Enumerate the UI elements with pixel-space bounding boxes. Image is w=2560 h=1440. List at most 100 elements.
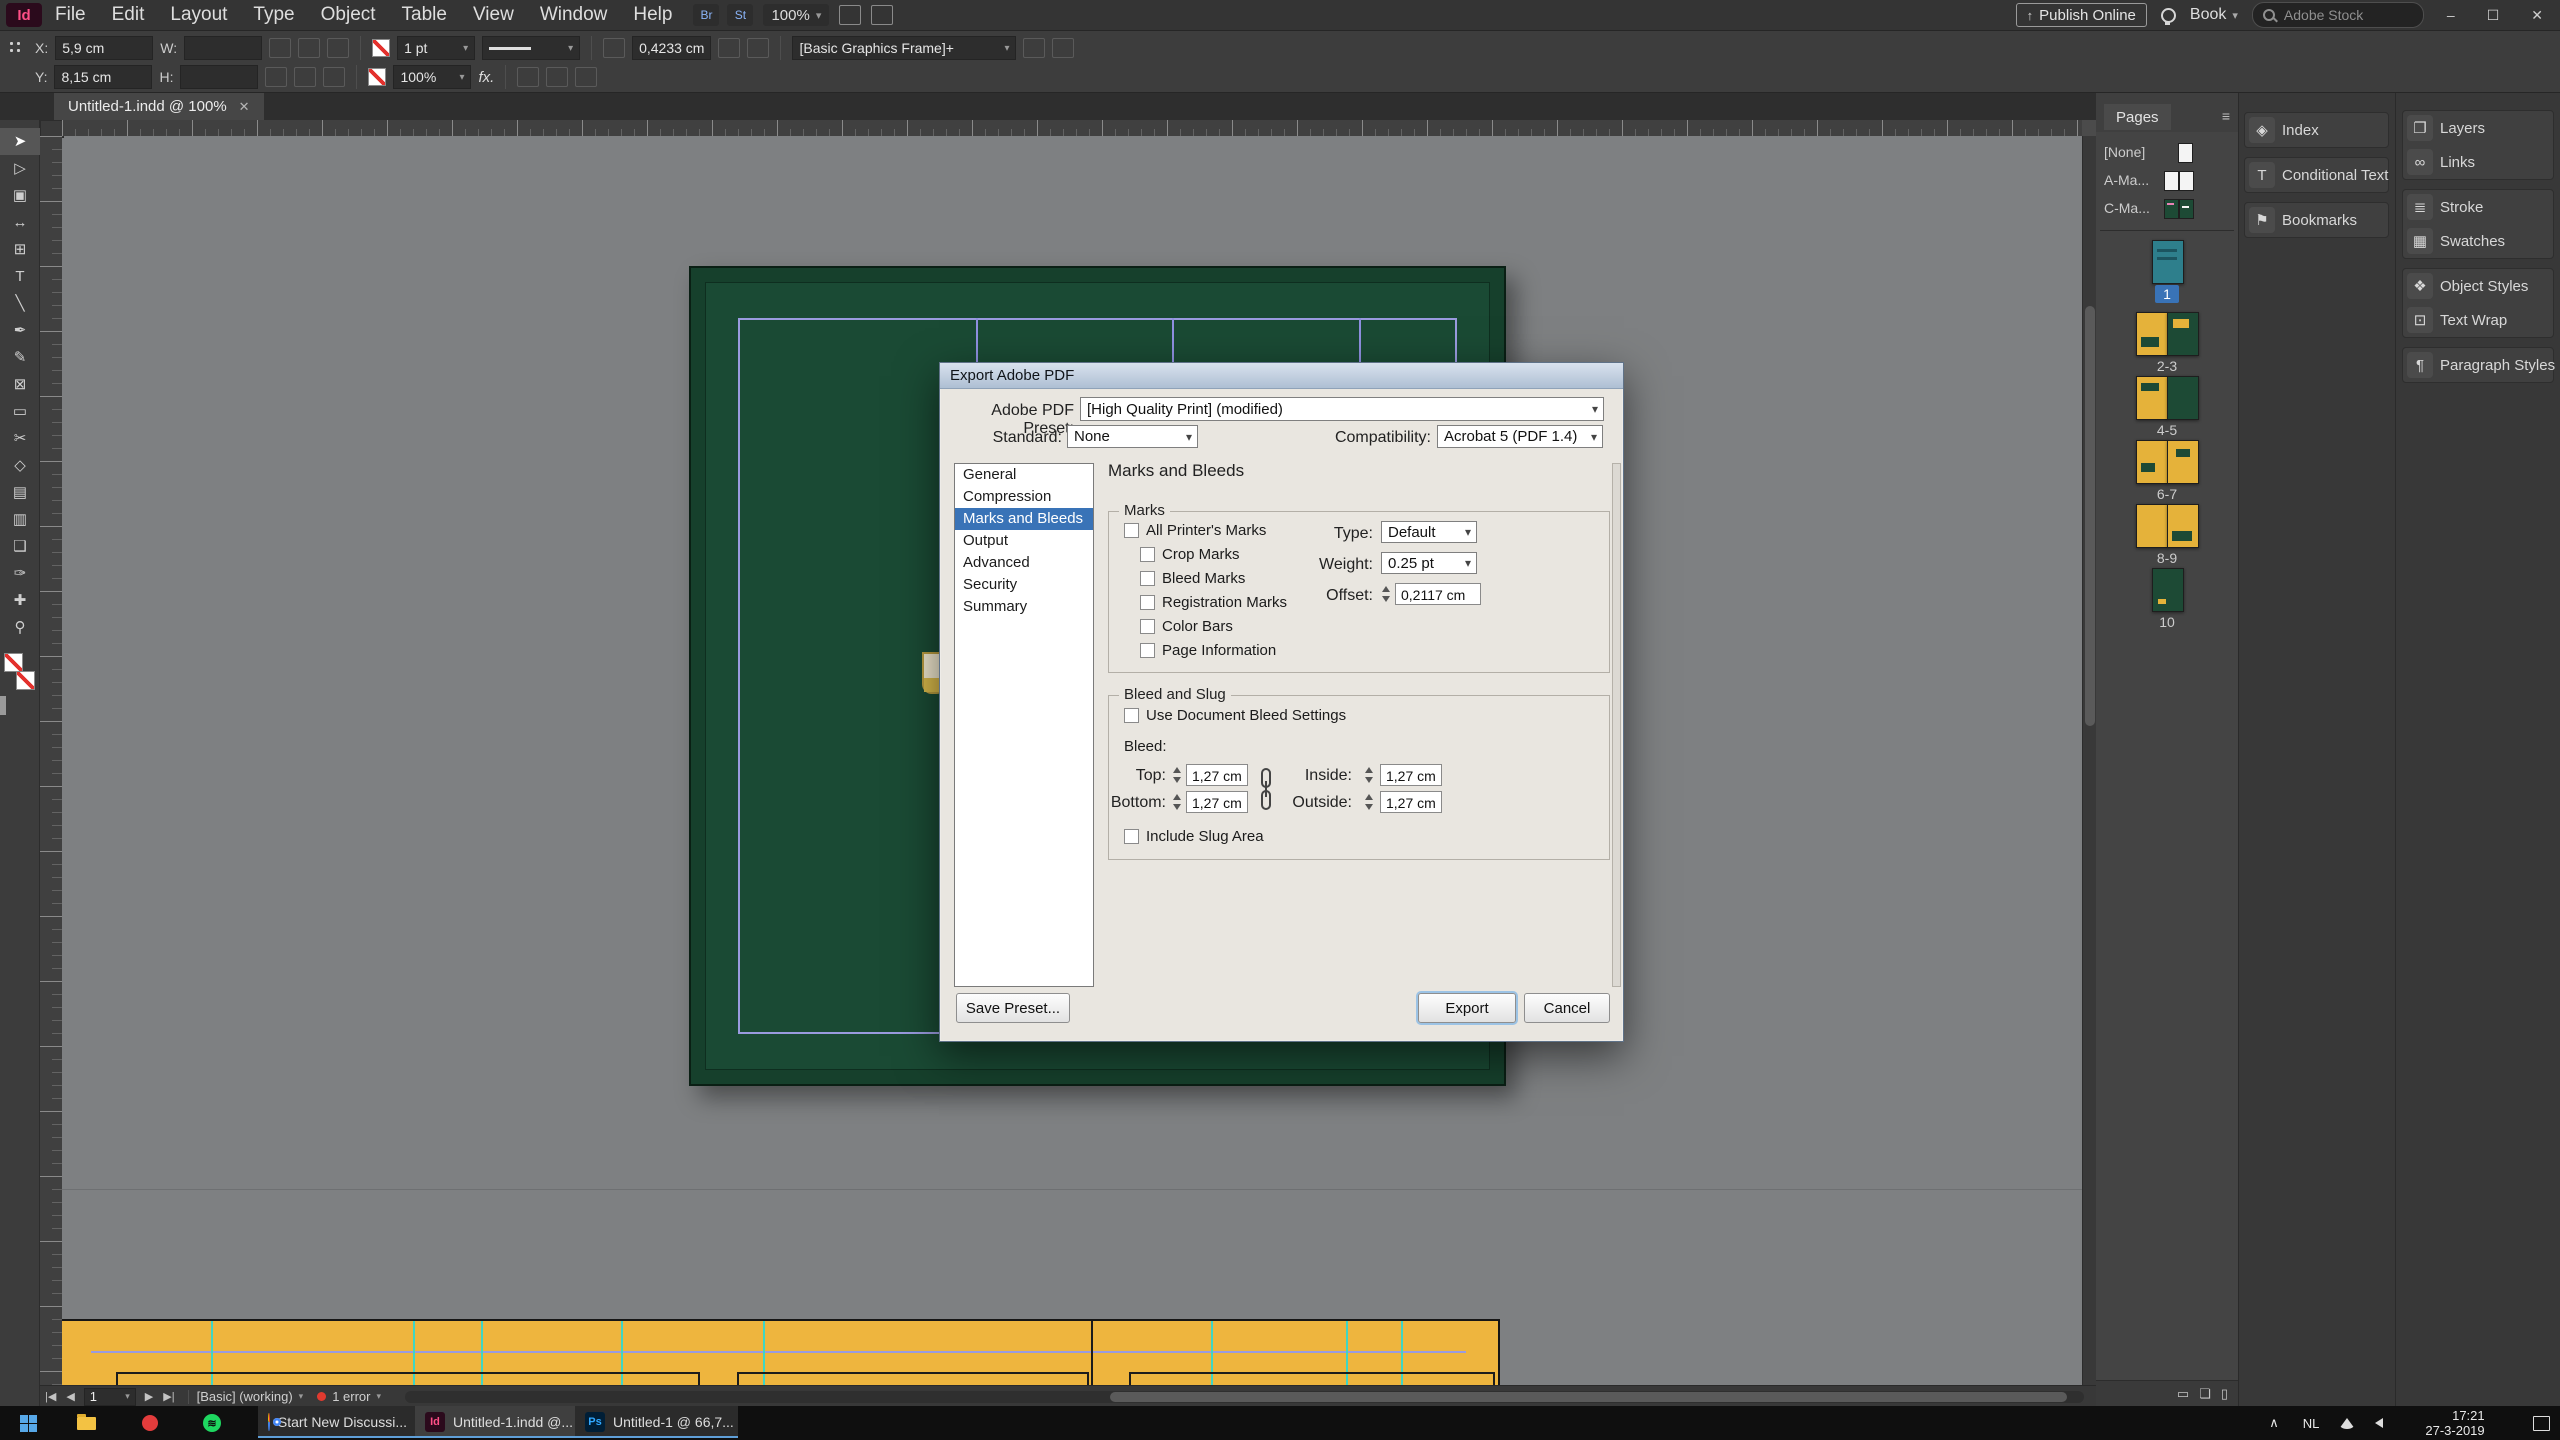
bleed-top-spinner[interactable]: [1172, 764, 1183, 786]
panel-menu-icon[interactable]: ≡: [2222, 108, 2230, 124]
page-thumbnail[interactable]: [2167, 376, 2199, 420]
preflight-chevron-icon[interactable]: ▾: [299, 1391, 304, 1402]
next-page-icon[interactable]: ▶: [140, 1390, 158, 1403]
selection-tool[interactable]: ➤: [0, 128, 40, 155]
fill-stroke-proxy[interactable]: [0, 651, 40, 697]
type-tool[interactable]: T: [0, 263, 40, 290]
corner-radius-field[interactable]: 0,4233 cm: [632, 36, 712, 60]
restore-window-icon[interactable]: ☐: [2478, 7, 2509, 24]
distribute-icon[interactable]: [1052, 38, 1075, 58]
canvas-horizontal-scrollbar[interactable]: [405, 1390, 2084, 1403]
search-input[interactable]: [2281, 6, 2386, 24]
screen-mode-icon[interactable]: [871, 5, 894, 25]
tray-network-icon[interactable]: [2334, 1406, 2360, 1440]
panel-button-paragraph-styles[interactable]: ¶ Paragraph Styles: [2403, 348, 2555, 382]
color-bars-checkbox[interactable]: [1140, 619, 1155, 634]
panel-button-layers[interactable]: ❐ Lay​ers: [2403, 111, 2553, 145]
file-explorer-button[interactable]: [66, 1406, 106, 1440]
previous-page-icon[interactable]: ◀: [61, 1390, 79, 1403]
bleed-inside-spinner[interactable]: [1364, 764, 1375, 786]
drop-shadow-icon[interactable]: [603, 38, 626, 58]
bleed-outside-spinner[interactable]: [1364, 791, 1375, 813]
cancel-button[interactable]: Cancel: [1524, 993, 1610, 1023]
section-marks-and-bleeds[interactable]: Marks and Bleeds: [955, 508, 1093, 530]
tray-chevron-icon[interactable]: ∧: [2262, 1406, 2286, 1440]
screen-mode-toggle-icon[interactable]: [4, 696, 6, 715]
pen-tool[interactable]: ✒: [0, 317, 40, 344]
frame-fitting-icon[interactable]: [718, 38, 741, 58]
constrain-proportions-icon[interactable]: [269, 38, 292, 58]
text-wrap-none-icon[interactable]: [517, 67, 540, 87]
horizontal-scroll-thumb[interactable]: [1110, 1391, 2068, 1402]
section-general[interactable]: General: [955, 464, 1093, 486]
menu-edit[interactable]: Edit: [99, 0, 158, 30]
section-compression[interactable]: Compression: [955, 486, 1093, 508]
standard-dropdown[interactable]: None: [1067, 425, 1198, 448]
page-thumbnail[interactable]: [2167, 504, 2199, 548]
align-icon[interactable]: [1023, 38, 1046, 58]
marks-type-dropdown[interactable]: Default: [1381, 521, 1477, 543]
line-tool[interactable]: ╲: [0, 290, 40, 317]
page-thumbnail[interactable]: [2136, 312, 2168, 356]
menu-file[interactable]: File: [42, 0, 99, 30]
marks-weight-dropdown[interactable]: 0.25 pt: [1381, 552, 1477, 574]
note-tool[interactable]: ❑: [0, 533, 40, 560]
bleed-inside-field[interactable]: 1,27 cm: [1380, 764, 1442, 786]
use-document-bleed-checkbox[interactable]: [1124, 708, 1139, 723]
export-button[interactable]: Export: [1418, 993, 1516, 1023]
page-thumbnail[interactable]: [2167, 440, 2199, 484]
page-number-label[interactable]: 2-3: [2096, 358, 2238, 374]
tray-language[interactable]: NL: [2296, 1406, 2326, 1440]
section-summary[interactable]: Summary: [955, 596, 1093, 618]
start-button[interactable]: [8, 1406, 48, 1440]
save-preset-button[interactable]: Save Preset...: [956, 993, 1070, 1023]
horizontal-ruler[interactable]: [62, 120, 2082, 136]
page-size-button[interactable]: ▭: [2177, 1386, 2189, 1402]
link-bleed-values-icon[interactable]: [1258, 767, 1274, 813]
page-number-label[interactable]: 1: [2155, 285, 2179, 303]
content-collector-tool[interactable]: ⊞: [0, 236, 40, 263]
page-number-label[interactable]: 6-7: [2096, 486, 2238, 502]
preflight-profile-label[interactable]: [Basic] (working): [197, 1389, 293, 1404]
pages-panel-tab[interactable]: Pages: [2104, 104, 2171, 130]
x-field[interactable]: 5,9 cm: [55, 36, 154, 60]
section-advanced[interactable]: Advanced: [955, 552, 1093, 574]
stroke-style-dropdown[interactable]: [482, 36, 581, 60]
page-information-checkbox[interactable]: [1140, 643, 1155, 658]
compatibility-dropdown[interactable]: Acrobat 5 (PDF 1.4): [1437, 425, 1603, 448]
menu-table[interactable]: Table: [389, 0, 460, 30]
pencil-tool[interactable]: ✎: [0, 344, 40, 371]
fill-swatch-none[interactable]: [372, 39, 391, 57]
panel-button-object-styles[interactable]: ❖ Object Styles: [2403, 269, 2553, 303]
bleed-marks-checkbox[interactable]: [1140, 571, 1155, 586]
document-tab[interactable]: Untitled-1.indd @ 100% ✕: [54, 93, 264, 120]
page-number-label[interactable]: 4-5: [2096, 422, 2238, 438]
page-number-dropdown[interactable]: 1: [83, 1387, 136, 1406]
panel-button-stroke[interactable]: ≣ Stroke: [2403, 190, 2553, 224]
first-page-icon[interactable]: |◀: [40, 1390, 61, 1403]
menu-object[interactable]: Object: [308, 0, 389, 30]
last-page-icon[interactable]: ▶|: [158, 1390, 179, 1403]
stock-icon[interactable]: St: [727, 4, 754, 26]
y-field[interactable]: 8,15 cm: [54, 65, 153, 89]
bleed-outside-field[interactable]: 1,27 cm: [1380, 791, 1442, 813]
gradient-tool[interactable]: ▤: [0, 479, 40, 506]
fit-content-icon[interactable]: [747, 38, 770, 58]
rectangle-frame-tool[interactable]: ⊠: [0, 371, 40, 398]
opacity-dropdown[interactable]: 100%: [393, 65, 472, 89]
flip-horizontal-icon[interactable]: [327, 38, 350, 58]
text-wrap-jump-icon[interactable]: [575, 67, 598, 87]
shear-icon[interactable]: [265, 67, 288, 87]
zoom-tool[interactable]: ⚲: [0, 614, 40, 641]
stroke-swatch-none[interactable]: [368, 68, 387, 86]
gap-tool[interactable]: ↔: [0, 209, 40, 236]
menu-view[interactable]: View: [460, 0, 527, 30]
spotify-button[interactable]: ≋: [192, 1406, 232, 1440]
menu-window[interactable]: Window: [527, 0, 621, 30]
vertical-ruler[interactable]: [40, 136, 62, 1385]
close-window-icon[interactable]: ✕: [2522, 7, 2552, 24]
stroke-color-swatch-none[interactable]: [16, 671, 35, 690]
page-number-label[interactable]: 10: [2096, 614, 2238, 630]
taskbar-window-indesign[interactable]: Id Untitled-1.indd @...: [415, 1406, 576, 1438]
free-transform-tool[interactable]: ◇: [0, 452, 40, 479]
